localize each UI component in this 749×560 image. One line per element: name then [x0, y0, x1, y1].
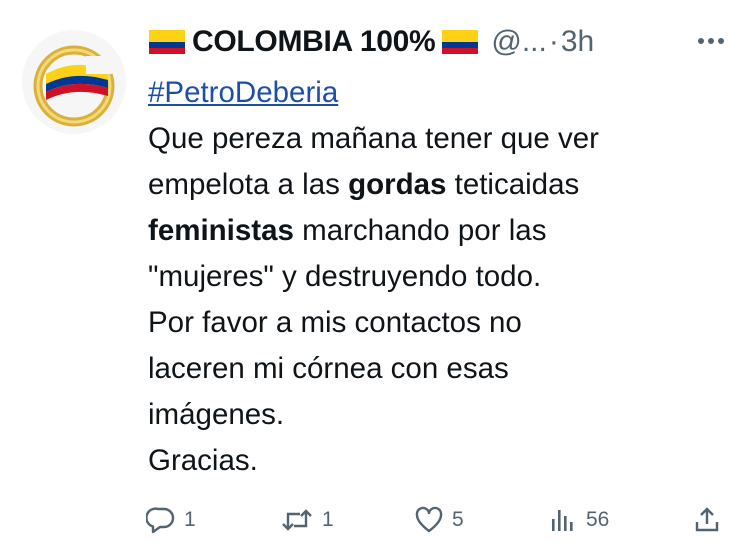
- reply-button[interactable]: 1: [146, 500, 196, 540]
- text-line: Que pereza mañana tener que ver: [148, 122, 599, 155]
- action-bar: 1 1 5 56: [146, 500, 726, 540]
- retweet-button[interactable]: 1: [280, 500, 334, 540]
- more-icon: [698, 38, 724, 44]
- text-line: empelota a las gordas teticaidas: [148, 168, 580, 201]
- tweet-header: COLOMBIA 100% @... · 3h: [148, 20, 731, 64]
- views-icon: [552, 510, 573, 531]
- colombia-flag-icon: [149, 30, 185, 54]
- reply-icon: [146, 507, 175, 534]
- like-count: 5: [452, 508, 464, 531]
- separator-dot: ·: [548, 25, 559, 58]
- tweet-text: #PetroDeberia Que pereza mañana tener qu…: [148, 70, 738, 484]
- text-line: Por favor a mis contactos no: [148, 306, 522, 339]
- text-line: feministas marchando por las: [148, 214, 547, 247]
- colombia-flag-icon: [442, 30, 479, 54]
- timestamp[interactable]: 3h: [561, 25, 594, 59]
- text-line: laceren mi córnea con esas: [148, 352, 509, 385]
- retweet-icon: [282, 509, 312, 531]
- text-line: imágenes.: [148, 398, 285, 431]
- heart-icon: [415, 506, 443, 533]
- more-options-button[interactable]: [691, 26, 731, 56]
- like-button[interactable]: 5: [414, 500, 464, 540]
- colombia-logo-avatar-icon: [22, 30, 126, 134]
- text-line: "mujeres" y destruyendo todo.: [148, 260, 542, 293]
- view-count: 56: [586, 508, 610, 531]
- tweet-card[interactable]: COLOMBIA 100% @... · 3h #PetroDeberia Qu…: [0, 0, 749, 560]
- avatar[interactable]: [22, 30, 126, 134]
- share-icon: [695, 507, 719, 532]
- retweet-count: 1: [322, 508, 334, 531]
- display-name[interactable]: COLOMBIA 100%: [192, 25, 436, 59]
- share-button[interactable]: [692, 500, 730, 540]
- views-button[interactable]: 56: [548, 500, 609, 540]
- hashtag-link[interactable]: #PetroDeberia: [148, 70, 738, 116]
- user-handle[interactable]: @...: [491, 25, 546, 59]
- reply-count: 1: [184, 508, 196, 531]
- text-line: Gracias.: [148, 444, 258, 477]
